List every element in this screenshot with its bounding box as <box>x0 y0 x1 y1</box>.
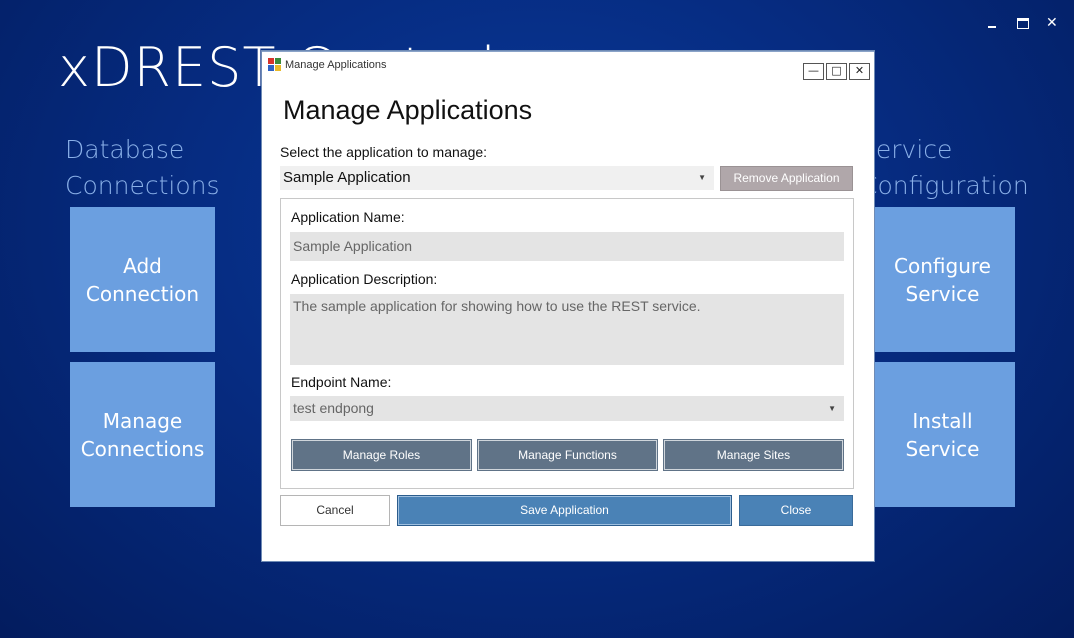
save-application-button[interactable]: Save Application <box>397 495 732 526</box>
section-label-database-connections: Database Connections <box>65 135 220 200</box>
window-close-button[interactable]: ✕ <box>1046 14 1058 32</box>
minimize-icon <box>988 26 996 28</box>
dialog-minimize-button[interactable]: — <box>803 63 824 80</box>
dialog-close-button[interactable]: ✕ <box>849 63 870 80</box>
manage-applications-dialog: Manage Applications — □ ✕ Manage Applica… <box>261 50 875 562</box>
close-button[interactable]: Close <box>739 495 853 526</box>
window-minimize-button[interactable] <box>988 14 996 33</box>
manage-functions-button[interactable]: Manage Functions <box>477 439 658 471</box>
manage-connections-tile[interactable]: Manage Connections <box>70 362 215 507</box>
section-label-service-configuration: Service Configuration <box>860 135 1029 200</box>
configure-service-tile[interactable]: Configure Service <box>870 207 1015 352</box>
application-name-label: Application Name: <box>291 209 405 225</box>
manage-sites-button[interactable]: Manage Sites <box>663 439 844 471</box>
application-description-label: Application Description: <box>291 271 438 287</box>
application-details-group: Application Name: Sample Application App… <box>280 198 854 489</box>
select-application-label: Select the application to manage: <box>280 144 488 160</box>
manage-roles-button[interactable]: Manage Roles <box>291 439 472 471</box>
chevron-down-icon: ▼ <box>698 173 706 182</box>
window-maximize-button[interactable] <box>1017 14 1029 34</box>
dialog-window-title: Manage Applications <box>285 59 387 71</box>
application-name-field[interactable]: Sample Application <box>290 232 844 261</box>
endpoint-name-value: test endpong <box>293 400 374 416</box>
remove-application-button[interactable]: Remove Application <box>720 166 853 191</box>
endpoint-name-label: Endpoint Name: <box>291 374 392 390</box>
application-select[interactable]: Sample Application ▼ <box>280 166 714 190</box>
application-select-value: Sample Application <box>283 169 411 186</box>
dialog-titlebar[interactable]: Manage Applications — □ ✕ <box>262 51 874 82</box>
dialog-maximize-button[interactable]: □ <box>826 63 847 80</box>
endpoint-name-select[interactable]: test endpong ▼ <box>290 396 844 421</box>
chevron-down-icon: ▼ <box>828 404 836 413</box>
dialog-heading: Manage Applications <box>283 95 533 125</box>
add-connection-tile[interactable]: Add Connection <box>70 207 215 352</box>
application-description-field[interactable]: The sample application for showing how t… <box>290 294 844 365</box>
app-window-icon <box>268 58 281 71</box>
install-service-tile[interactable]: Install Service <box>870 362 1015 507</box>
cancel-button[interactable]: Cancel <box>280 495 390 526</box>
maximize-icon <box>1017 18 1029 29</box>
